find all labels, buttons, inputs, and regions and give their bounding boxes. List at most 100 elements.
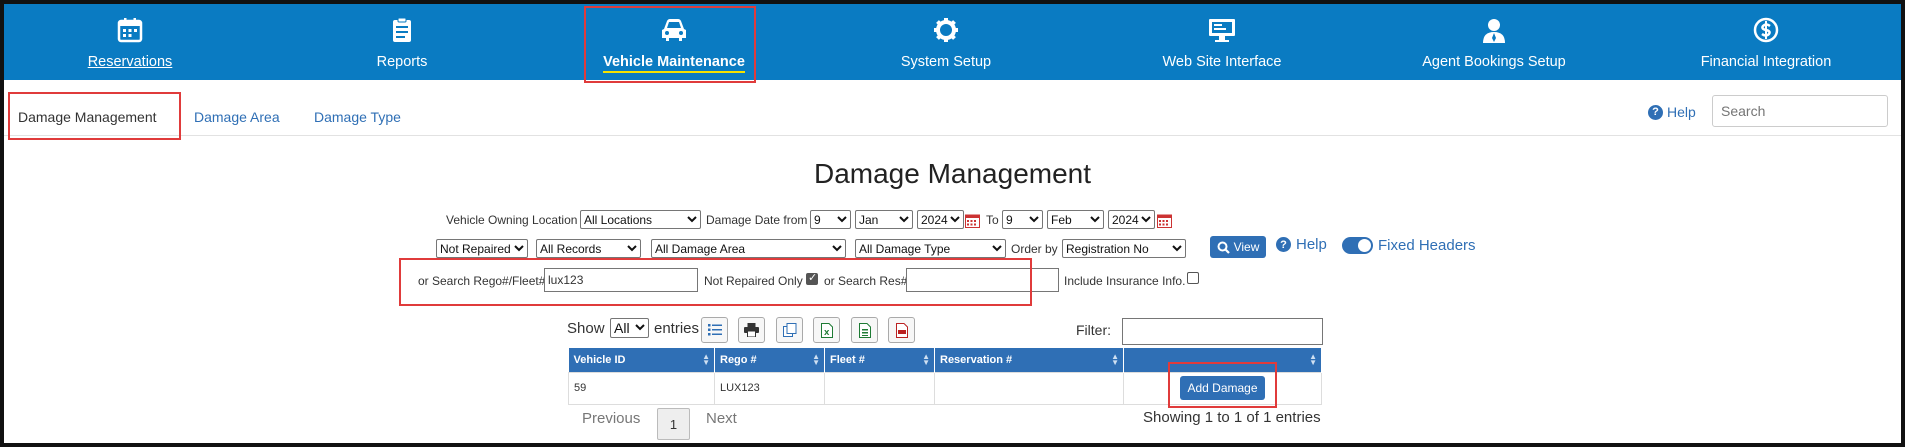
include-insurance-checkbox[interactable] [1187,272,1199,284]
include-insurance-label: Include Insurance Info. [1064,274,1186,288]
cell-rego: LUX123 [714,371,825,405]
gear-icon [934,18,958,42]
cell-vehicle-id: 59 [568,371,715,405]
next-button[interactable]: Next [706,410,737,427]
monitor-icon [1209,19,1235,42]
from-day-select[interactable]: 9 [810,210,851,229]
sort-icon: ▲ ▼ [702,352,710,367]
chevron-down-icon [837,216,847,223]
nav-label: System Setup [900,54,992,70]
view-button[interactable]: View [1210,236,1266,258]
subnav-damage-area[interactable]: Damage Area [194,109,280,125]
repair-status-value: Not Repaired [440,241,511,256]
to-day-select[interactable]: 9 [1002,210,1043,229]
copy-icon [782,323,796,337]
nav-reservations[interactable]: Reservations [20,4,240,80]
to-day-value: 9 [1006,212,1013,227]
help-label: Help [1296,236,1327,253]
from-month-select[interactable]: Jan [855,210,913,229]
column-header[interactable]: Fleet # ▲ ▼ [824,348,935,372]
list-icon [707,324,722,336]
records-select[interactable]: All Records [536,239,641,258]
column-header-label: Reservation # [940,353,1013,366]
column-header[interactable]: Rego # ▲ ▼ [714,348,825,372]
money-icon [1753,17,1779,43]
chevron-down-icon [627,245,637,252]
copy-button[interactable] [776,317,803,343]
column-header[interactable]: Vehicle ID ▲ ▼ [568,348,715,372]
from-year-value: 2024 [921,212,948,227]
from-month-value: Jan [859,212,879,227]
nav-web-site-interface[interactable]: Web Site Interface [1112,4,1332,80]
sort-icon: ▲ ▼ [1111,352,1119,367]
chevron-down-icon [899,216,909,223]
from-year-select[interactable]: 2024 [917,210,964,229]
entries-select[interactable]: All [610,318,649,338]
to-year-value: 2024 [1112,212,1139,227]
excel-button[interactable]: X [813,317,840,343]
to-year-select[interactable]: 2024 [1108,210,1155,229]
view-label: View [1233,240,1260,254]
help-link-top[interactable]: ? Help [1648,104,1696,120]
chevron-down-icon [832,245,842,252]
damage-area-value: All Damage Area [655,241,746,256]
chevron-down-icon [687,216,697,223]
highlight-box-search [399,258,1032,306]
search-input[interactable] [1712,95,1888,127]
nav-label: Reservations [87,54,173,70]
sub-navigation: Damage Management Damage Area Damage Typ… [4,80,1901,136]
page-title: Damage Management [813,158,1092,189]
highlight-box-vehicle-maintenance [584,6,756,83]
show-label: Show [567,320,605,337]
svg-text:X: X [824,329,830,337]
calendar-picker-icon[interactable] [1157,214,1172,228]
nav-reports[interactable]: Reports [292,4,512,80]
nav-label: Web Site Interface [1162,54,1282,70]
chevron-down-icon [1029,216,1039,223]
sort-icon: ▲ ▼ [922,352,930,367]
search-icon [1217,241,1230,254]
previous-button[interactable]: Previous [582,410,640,427]
filter-label: Filter: [1076,322,1111,338]
chevron-down-icon [1090,216,1100,223]
print-button[interactable] [738,317,765,343]
damage-area-select[interactable]: All Damage Area [651,239,846,258]
excel-file-icon: X [820,322,833,338]
subnav-damage-type[interactable]: Damage Type [314,109,401,125]
pdf-button[interactable] [888,317,915,343]
nav-label: Agent Bookings Setup [1422,54,1566,70]
chevron-down-icon [635,324,645,331]
csv-button[interactable] [851,317,878,343]
nav-label: Financial Integration [1700,54,1832,70]
chevron-down-icon [1172,245,1182,252]
fixed-headers-label: Fixed Headers [1378,237,1476,254]
sort-icon: ▲ ▼ [1309,352,1317,367]
help-link-filters[interactable]: ? Help [1276,236,1327,253]
chevron-down-icon [950,216,960,223]
chevron-down-icon [514,245,524,252]
help-label: Help [1667,104,1696,120]
fixed-headers-toggle[interactable] [1342,237,1373,254]
calendar-picker-icon[interactable] [965,214,980,228]
csv-file-icon [858,322,871,338]
column-header-label: Fleet # [830,353,865,366]
damage-type-select[interactable]: All Damage Type [855,239,1006,258]
entries-value: All [614,320,630,336]
nav-agent-bookings-setup[interactable]: Agent Bookings Setup [1384,4,1604,80]
column-header[interactable]: Reservation # ▲ ▼ [934,348,1124,372]
highlight-box-damage-management [8,92,181,140]
page-1-button[interactable]: 1 [657,408,690,440]
repair-status-select[interactable]: Not Repaired [436,239,528,258]
highlight-box-add-damage [1168,362,1277,408]
order-by-label: Order by [1011,242,1058,256]
printer-icon [744,323,759,337]
order-by-select[interactable]: Registration No [1062,239,1186,258]
filter-input[interactable] [1122,318,1323,345]
column-visibility-button[interactable] [701,317,728,343]
nav-financial-integration[interactable]: Financial Integration [1656,4,1876,80]
order-by-value: Registration No [1066,241,1149,256]
damage-date-label: Damage Date from [706,213,808,227]
to-month-select[interactable]: Feb [1047,210,1104,229]
nav-system-setup[interactable]: System Setup [836,4,1056,80]
owning-location-select[interactable]: All Locations [580,210,701,229]
